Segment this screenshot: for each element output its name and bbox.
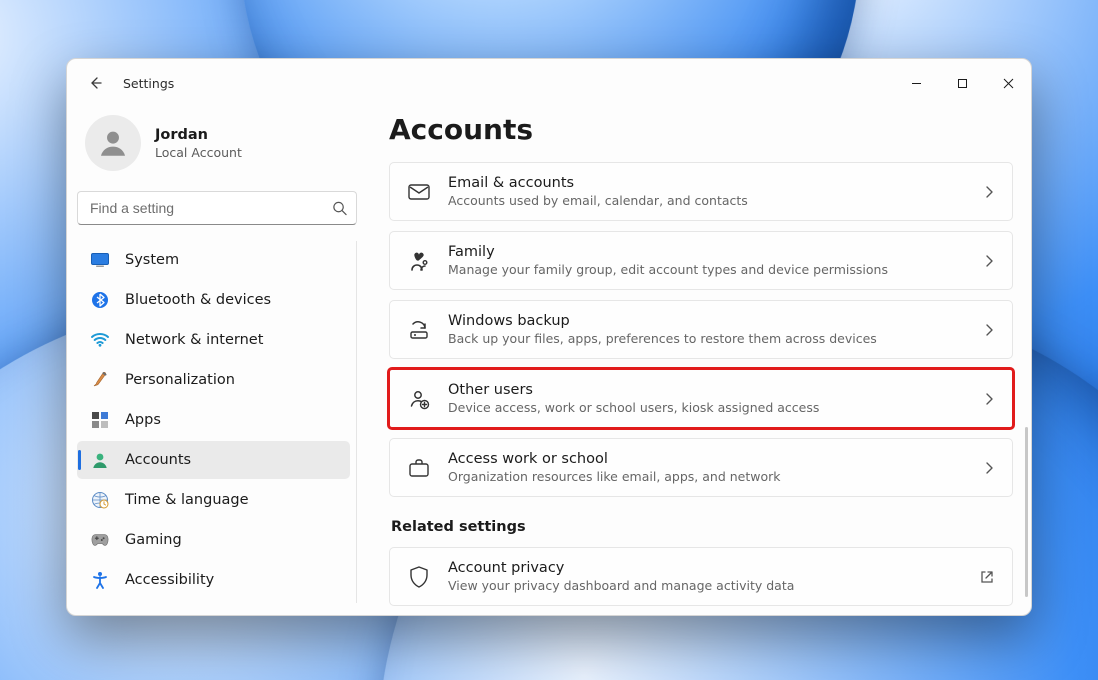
card-access-work-school[interactable]: Access work or school Organization resou… — [389, 438, 1013, 497]
card-family[interactable]: Family Manage your family group, edit ac… — [389, 231, 1013, 290]
caption-buttons — [893, 67, 1031, 99]
profile-subtitle: Local Account — [155, 145, 242, 160]
profile-block[interactable]: Jordan Local Account — [77, 107, 357, 187]
content-pane: Accounts Email & accounts Accounts used … — [367, 107, 1031, 615]
search-icon — [332, 201, 347, 216]
backup-icon — [408, 319, 430, 341]
sidebar-item-time-language[interactable]: Time & language — [77, 481, 350, 519]
chevron-right-icon — [984, 323, 994, 337]
bluetooth-icon — [91, 291, 109, 309]
close-button[interactable] — [985, 67, 1031, 99]
card-subtitle: Accounts used by email, calendar, and co… — [448, 193, 748, 208]
sidebar-item-accounts[interactable]: Accounts — [77, 441, 350, 479]
card-subtitle: Device access, work or school users, kio… — [448, 400, 819, 415]
sidebar-item-personalization[interactable]: Personalization — [77, 361, 350, 399]
person-icon — [96, 126, 130, 160]
other-users-icon — [408, 388, 430, 410]
display-icon — [91, 251, 109, 269]
card-subtitle: View your privacy dashboard and manage a… — [448, 578, 794, 593]
accessibility-icon — [91, 571, 109, 589]
window-title: Settings — [123, 76, 174, 91]
avatar — [85, 115, 141, 171]
chevron-right-icon — [984, 185, 994, 199]
globe-clock-icon — [91, 491, 109, 509]
gamepad-icon — [91, 531, 109, 549]
maximize-icon — [957, 78, 968, 89]
card-title: Windows backup — [448, 313, 877, 329]
sidebar-item-label: System — [125, 252, 179, 268]
family-icon — [408, 250, 430, 272]
sidebar-item-label: Accounts — [125, 452, 191, 468]
arrow-left-icon — [87, 75, 103, 91]
card-title: Other users — [448, 382, 819, 398]
chevron-right-icon — [984, 254, 994, 268]
card-account-privacy[interactable]: Account privacy View your privacy dashbo… — [389, 547, 1013, 606]
card-subtitle: Organization resources like email, apps,… — [448, 469, 781, 484]
scrollbar-thumb[interactable] — [1025, 427, 1028, 597]
sidebar-item-label: Accessibility — [125, 572, 214, 588]
sidebar-item-network[interactable]: Network & internet — [77, 321, 350, 359]
sidebar-item-system[interactable]: System — [77, 241, 350, 279]
card-title: Account privacy — [448, 560, 794, 576]
card-email-accounts[interactable]: Email & accounts Accounts used by email,… — [389, 162, 1013, 221]
sidebar-item-label: Bluetooth & devices — [125, 292, 271, 308]
minimize-icon — [911, 78, 922, 89]
sidebar-item-label: Gaming — [125, 532, 182, 548]
sidebar-item-label: Network & internet — [125, 332, 263, 348]
sidebar-item-bluetooth[interactable]: Bluetooth & devices — [77, 281, 350, 319]
card-title: Email & accounts — [448, 175, 748, 191]
settings-window: Settings Jordan Local Account — [66, 58, 1032, 616]
sidebar-item-label: Personalization — [125, 372, 235, 388]
maximize-button[interactable] — [939, 67, 985, 99]
related-settings-heading: Related settings — [391, 519, 1013, 535]
card-title: Access work or school — [448, 451, 781, 467]
search-input[interactable] — [77, 191, 357, 225]
apps-icon — [91, 411, 109, 429]
shield-icon — [408, 566, 430, 588]
search-wrap — [77, 191, 357, 225]
titlebar: Settings — [67, 59, 1031, 107]
sidebar-item-label: Apps — [125, 412, 161, 428]
sidebar-item-accessibility[interactable]: Accessibility — [77, 561, 350, 599]
card-subtitle: Back up your files, apps, preferences to… — [448, 331, 877, 346]
paintbrush-icon — [91, 371, 109, 389]
nav-list: System Bluetooth & devices Network & int… — [77, 241, 357, 603]
sidebar: Jordan Local Account System — [67, 107, 367, 615]
chevron-right-icon — [984, 392, 994, 406]
card-subtitle: Manage your family group, edit account t… — [448, 262, 888, 277]
profile-name: Jordan — [155, 127, 242, 143]
sidebar-item-label: Time & language — [125, 492, 249, 508]
card-windows-backup[interactable]: Windows backup Back up your files, apps,… — [389, 300, 1013, 359]
sidebar-item-gaming[interactable]: Gaming — [77, 521, 350, 559]
sidebar-item-apps[interactable]: Apps — [77, 401, 350, 439]
back-button[interactable] — [77, 65, 113, 101]
person-icon — [91, 451, 109, 469]
minimize-button[interactable] — [893, 67, 939, 99]
briefcase-icon — [408, 457, 430, 479]
external-link-icon — [980, 570, 994, 584]
wifi-icon — [91, 331, 109, 349]
close-icon — [1003, 78, 1014, 89]
mail-icon — [408, 181, 430, 203]
chevron-right-icon — [984, 461, 994, 475]
page-title: Accounts — [389, 113, 1013, 146]
card-other-users[interactable]: Other users Device access, work or schoo… — [389, 369, 1013, 428]
card-title: Family — [448, 244, 888, 260]
